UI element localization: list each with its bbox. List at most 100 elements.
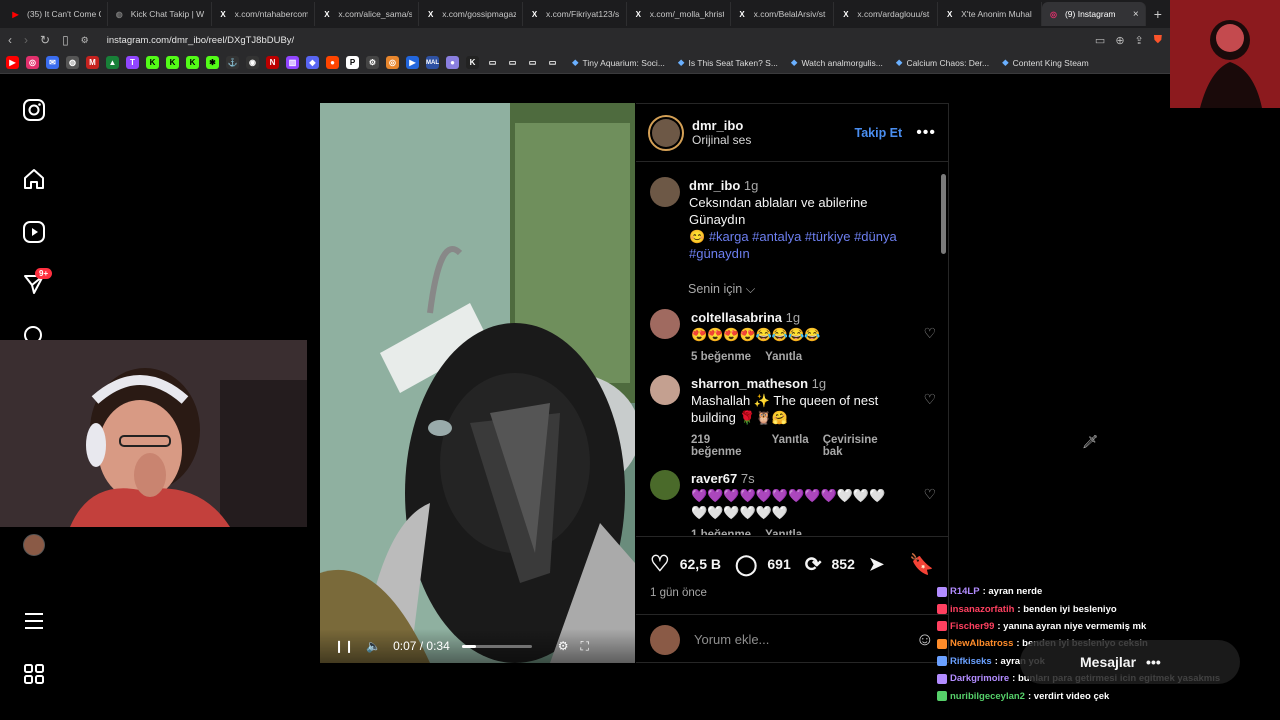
caption-avatar[interactable]	[650, 177, 680, 207]
zoom-icon[interactable]: ⊕	[1115, 34, 1124, 47]
reels-icon[interactable]	[22, 220, 46, 244]
caption-username[interactable]: dmr_ibo	[689, 178, 740, 193]
author-username[interactable]: dmr_ibo	[692, 118, 751, 133]
more-options-icon[interactable]: •••	[916, 124, 936, 142]
browser-tab[interactable]: Xx.com/ntahabercom	[212, 2, 316, 26]
commenter-username[interactable]: coltellasabrina	[691, 310, 782, 325]
settings-bookmark-icon[interactable]: ⚙	[366, 56, 379, 69]
comment-like-icon[interactable]: ♡	[923, 391, 936, 408]
bookmark-item[interactable]: ◆ Is This Seat Taken? S...	[678, 57, 778, 68]
author-avatar[interactable]	[648, 114, 684, 151]
reel-video[interactable]: ❙❙ 🔈 0:07 / 0:34 ⚙ ⛶	[320, 103, 635, 663]
commenter-avatar[interactable]	[650, 375, 680, 405]
gmail-bookmark-icon[interactable]: ✉	[46, 56, 59, 69]
comment-likes[interactable]: 1 beğenme	[691, 529, 751, 535]
browser-tab[interactable]: ◎ (9) Instagram ×	[1041, 2, 1146, 26]
kick-bookmark-icon[interactable]: K	[186, 56, 199, 69]
forward-icon[interactable]: ›	[24, 33, 28, 47]
new-tab-icon[interactable]: +	[1146, 6, 1170, 22]
save-icon[interactable]: 🔖	[909, 552, 934, 577]
comments-list[interactable]: dmr_ibo 1g Ceksından ablaları ve abileri…	[636, 163, 936, 535]
comment-input[interactable]: Yorum ekle...	[694, 632, 769, 647]
coin-bookmark-icon[interactable]: ◎	[386, 56, 399, 69]
browser-tab[interactable]: Xx.com/gossipmagaz	[419, 2, 523, 26]
browser-tab[interactable]: Xx.com/Fikriyat123/s	[523, 2, 627, 26]
share-icon[interactable]: ➤	[869, 554, 884, 575]
folder-icon[interactable]: ▭	[526, 56, 539, 69]
commenter-avatar[interactable]	[650, 309, 680, 339]
browser-tab[interactable]: Xx.com/_molla_khrist	[627, 2, 731, 26]
volume-icon[interactable]: 🔈	[366, 639, 381, 653]
bookmark-item[interactable]: ◆ Calcium Chaos: Der...	[896, 57, 989, 68]
site-settings-icon[interactable]: ⚙	[81, 35, 89, 46]
discord-bookmark-icon[interactable]: ◆	[306, 56, 319, 69]
brave-shield-icon[interactable]: ⛊	[1154, 34, 1162, 47]
pause-icon[interactable]: ❙❙	[334, 639, 354, 653]
folder-icon[interactable]: ▭	[506, 56, 519, 69]
comment-like-icon[interactable]: ♡	[923, 325, 936, 342]
drive-bookmark-icon[interactable]: ▲	[106, 56, 119, 69]
play-bookmark-icon[interactable]: ▶	[406, 56, 419, 69]
messages-label[interactable]: Mesajlar	[1080, 654, 1136, 670]
browser-tab[interactable]: ◍ Kick Chat Takip | W	[108, 2, 212, 26]
browser-tab[interactable]: X X'te Anonim Muhal	[938, 2, 1042, 26]
messages-pill[interactable]: Mesajlar •••	[1020, 640, 1240, 684]
bookmark-item[interactable]: ◆ Content King Steam	[1002, 57, 1089, 68]
more-apps-icon[interactable]	[22, 662, 46, 686]
comment-count[interactable]: 691	[767, 556, 790, 572]
comment-icon[interactable]: ◯	[735, 552, 757, 577]
youtube-bookmark-icon[interactable]: ▶	[6, 56, 19, 69]
repost-icon[interactable]: ⟳	[805, 552, 822, 577]
profile-avatar[interactable]	[23, 534, 45, 556]
menu-icon[interactable]	[22, 609, 46, 633]
kick-dark-bookmark-icon[interactable]: K	[466, 56, 479, 69]
commenter-username[interactable]: sharron_matheson	[691, 376, 808, 391]
commenter-avatar[interactable]	[650, 470, 680, 500]
translate-button[interactable]: Çevirisine bak	[823, 434, 894, 458]
kick-bookmark-icon[interactable]: K	[146, 56, 159, 69]
bookmark-icon[interactable]: ▯	[62, 33, 69, 47]
home-icon[interactable]	[22, 167, 46, 191]
back-icon[interactable]: ‹	[8, 33, 12, 47]
audio-label[interactable]: Orijinal ses	[692, 133, 751, 147]
mal-bookmark-icon[interactable]: MAL	[426, 56, 439, 69]
twitch-bookmark-icon[interactable]: ▥	[286, 56, 299, 69]
browser-tab[interactable]: Xx.com/BelalArsiv/st	[731, 2, 835, 26]
fullscreen-icon[interactable]: ⛶	[581, 639, 589, 654]
comment-like-icon[interactable]: ♡	[923, 486, 936, 503]
like-count[interactable]: 62,5 B	[680, 556, 721, 572]
folder-icon[interactable]: ▭	[486, 56, 499, 69]
globe-bookmark-icon[interactable]: ◍	[66, 56, 79, 69]
settings-icon[interactable]: ⚙	[558, 639, 569, 653]
reply-button[interactable]: Yanıtla	[772, 434, 809, 458]
reddit-bookmark-icon[interactable]: ●	[326, 56, 339, 69]
url-field[interactable]: instagram.com/dmr_ibo/reel/DXgTJ8bDUBy/	[107, 35, 294, 46]
reply-button[interactable]: Yanıtla	[765, 529, 802, 535]
circle-bookmark-icon[interactable]: ●	[446, 56, 459, 69]
emoji-icon[interactable]: ☺	[916, 629, 934, 650]
steam-bookmark-icon[interactable]: ◉	[246, 56, 259, 69]
video-progress-bar[interactable]	[461, 644, 532, 648]
reply-button[interactable]: Yanıtla	[765, 351, 802, 363]
share-icon[interactable]: ⇪	[1135, 34, 1144, 47]
repost-count[interactable]: 852	[832, 556, 855, 572]
instagram-logo-icon[interactable]	[22, 98, 46, 122]
gmail-m-bookmark-icon[interactable]: M	[86, 56, 99, 69]
browser-tab[interactable]: Xx.com/alice_sama/st	[315, 2, 420, 26]
browser-tab[interactable]: ▶ (35) It Can't Come C	[4, 2, 108, 26]
cast-icon[interactable]: ▭	[1095, 34, 1105, 47]
reload-icon[interactable]: ↻	[40, 33, 50, 47]
bookmark-item[interactable]: ◆ Watch analmorgulis...	[791, 57, 883, 68]
instagram-bookmark-icon[interactable]: ◎	[26, 56, 39, 69]
twitch-bookmark-icon[interactable]: T	[126, 56, 139, 69]
like-icon[interactable]: ♡	[650, 551, 670, 577]
comment-likes[interactable]: 219 beğenme	[691, 434, 758, 458]
for-you-filter[interactable]: Senin için ⌵	[688, 282, 936, 297]
bookmark-item[interactable]: ◆ Tiny Aquarium: Soci...	[572, 57, 665, 68]
anchor-bookmark-icon[interactable]: ⚓	[226, 56, 239, 69]
netflix-bookmark-icon[interactable]: N	[266, 56, 279, 69]
folder-icon[interactable]: ▭	[546, 56, 559, 69]
kick-bookmark-icon[interactable]: K	[166, 56, 179, 69]
caption-hashtags[interactable]: #karga #antalya #türkiye #dünya #günaydı…	[689, 229, 897, 261]
close-tab-icon[interactable]: ×	[1133, 9, 1139, 20]
